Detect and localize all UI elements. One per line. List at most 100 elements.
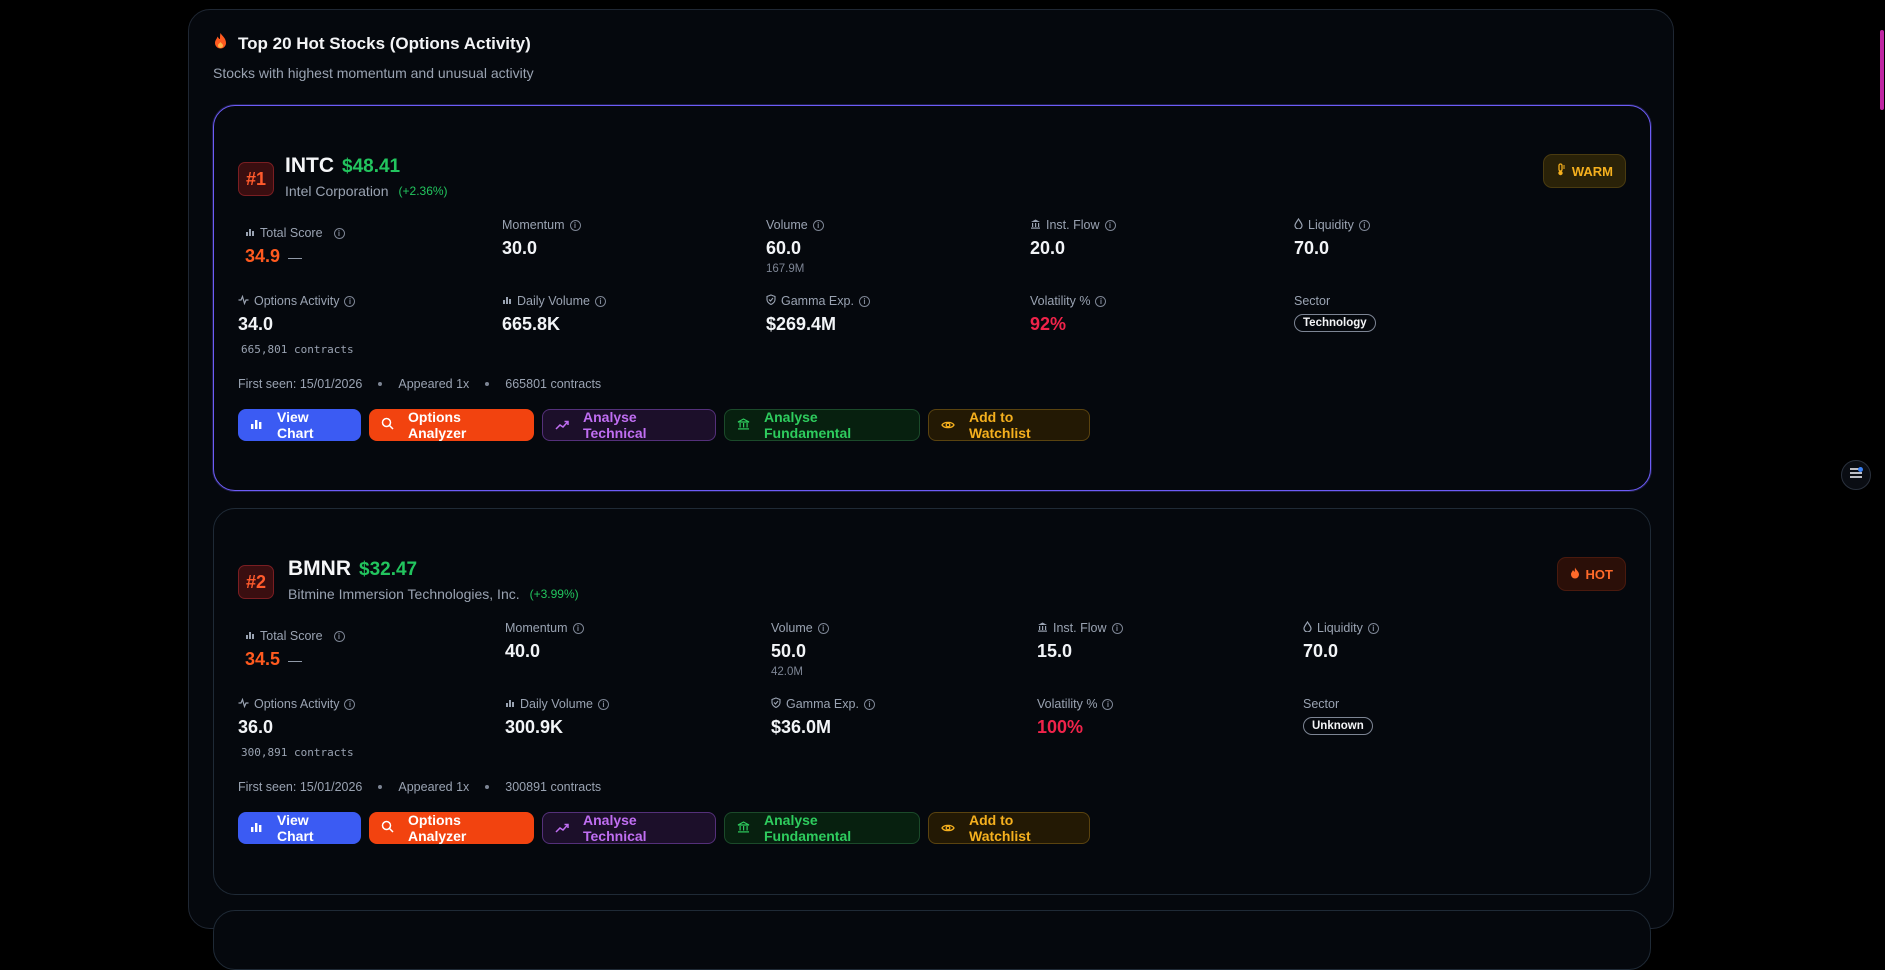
info-icon[interactable]: i <box>333 630 345 642</box>
bullet-separator <box>485 382 490 386</box>
info-icon[interactable]: i <box>597 698 609 710</box>
sector-metric: Sector Technology <box>1294 294 1376 332</box>
stock-card[interactable]: #1 INTC $48.41 Intel Corporation (+2.36%… <box>213 105 1651 491</box>
sector-badge: Technology <box>1294 314 1376 332</box>
search-icon <box>381 820 394 836</box>
analyse-technical-button[interactable]: Analyse Technical <box>542 409 716 441</box>
bullet-separator <box>378 382 383 386</box>
analyse-technical-button[interactable]: Analyse Technical <box>542 812 716 844</box>
view-chart-button[interactable]: View Chart <box>238 409 361 441</box>
menu-toggle-button[interactable] <box>1841 460 1871 490</box>
notification-dot <box>1858 467 1863 472</box>
droplet-icon <box>1303 620 1312 635</box>
rank-badge: #1 <box>238 162 274 196</box>
status-label: HOT <box>1585 566 1613 582</box>
gamma-exp-metric: Gamma Exp. i $269.4M <box>766 294 870 335</box>
flame-icon <box>1570 567 1580 582</box>
analyse-fundamental-button[interactable]: Analyse Fundamental <box>724 409 920 441</box>
add-to-watchlist-button[interactable]: Add to Watchlist <box>928 812 1090 844</box>
info-icon[interactable]: i <box>1358 219 1370 231</box>
status-badge: HOT <box>1556 557 1626 591</box>
volatility-metric: Volatility % i 100% <box>1037 697 1114 738</box>
volatility-metric: Volatility % i 92% <box>1030 294 1107 335</box>
rank-badge: #2 <box>238 565 274 599</box>
status-badge: WARM <box>1542 154 1626 188</box>
momentum-metric: Momentum i 40.0 <box>505 621 584 662</box>
info-icon[interactable]: i <box>812 219 824 231</box>
status-label: WARM <box>1571 163 1613 179</box>
volume-metric: Volume i 50.0 42.0M <box>771 621 829 678</box>
analyse-fundamental-button[interactable]: Analyse Fundamental <box>724 812 920 844</box>
daily-volume-metric: Daily Volume i 300.9K <box>505 697 609 738</box>
trending-up-icon <box>555 417 569 433</box>
eye-icon <box>941 820 955 836</box>
eye-icon <box>941 417 955 433</box>
info-icon[interactable]: i <box>1102 698 1114 710</box>
shield-icon <box>766 294 776 308</box>
info-icon[interactable]: i <box>1104 219 1116 231</box>
info-icon[interactable]: i <box>1111 622 1123 634</box>
panel-header: Top 20 Hot Stocks (Options Activity) Sto… <box>213 32 534 81</box>
shield-icon <box>771 697 781 711</box>
info-icon[interactable]: i <box>1095 295 1107 307</box>
info-icon[interactable]: i <box>817 622 829 634</box>
options-analyzer-button[interactable]: Options Analyzer <box>369 812 534 844</box>
bar-chart-icon <box>245 629 255 643</box>
stock-price: $32.47 <box>359 559 418 580</box>
price-change: (+3.99%) <box>529 587 579 601</box>
bullet-separator <box>485 785 490 789</box>
bar-chart-icon <box>245 226 255 240</box>
price-change: (+2.36%) <box>398 184 448 198</box>
view-chart-button[interactable]: View Chart <box>238 812 361 844</box>
scroll-indicator <box>1880 30 1884 110</box>
info-icon[interactable]: i <box>569 219 581 231</box>
stock-header: #1 INTC $48.41 Intel Corporation (+2.36%… <box>238 154 448 199</box>
activity-icon <box>238 294 249 308</box>
stock-card[interactable] <box>213 910 1651 970</box>
inst-flow-metric: Inst. Flow i 15.0 <box>1037 621 1123 662</box>
meta-row: First seen: 15/01/2026 Appeared 1x 30089… <box>238 780 602 794</box>
stock-card[interactable]: #2 BMNR $32.47 Bitmine Immersion Technol… <box>213 508 1651 895</box>
sector-metric: Sector Unknown <box>1303 697 1373 735</box>
bank-icon <box>737 417 750 433</box>
thermometer-icon <box>1556 163 1566 179</box>
bank-icon <box>1030 218 1041 232</box>
info-icon[interactable]: i <box>344 295 356 307</box>
info-icon[interactable]: i <box>863 698 875 710</box>
hot-stocks-panel: Top 20 Hot Stocks (Options Activity) Sto… <box>188 9 1674 970</box>
total-score-value: 34.9 <box>245 246 281 266</box>
info-icon[interactable]: i <box>344 698 356 710</box>
bullet-separator <box>378 785 383 789</box>
info-icon[interactable]: i <box>572 622 584 634</box>
volume-metric: Volume i 60.0 167.9M <box>766 218 824 275</box>
search-icon <box>381 417 394 433</box>
page-title: Top 20 Hot Stocks (Options Activity) <box>238 33 531 53</box>
droplet-icon <box>1294 217 1303 232</box>
stock-header: #2 BMNR $32.47 Bitmine Immersion Technol… <box>238 557 579 602</box>
info-icon[interactable]: i <box>1367 622 1379 634</box>
gamma-exp-metric: Gamma Exp. i $36.0M <box>771 697 875 738</box>
total-score: Total Score i 34.9— <box>238 226 345 267</box>
action-buttons: View Chart Options Analyzer Analyse Tech… <box>238 812 1090 844</box>
company-name: Intel Corporation <box>285 183 389 199</box>
info-icon[interactable]: i <box>333 227 345 239</box>
bar-chart-icon <box>505 697 515 711</box>
meta-row: First seen: 15/01/2026 Appeared 1x 66580… <box>238 377 602 391</box>
stock-symbol: BMNR <box>288 557 351 580</box>
info-icon[interactable]: i <box>858 295 870 307</box>
stock-price: $48.41 <box>342 156 401 177</box>
options-analyzer-button[interactable]: Options Analyzer <box>369 409 534 441</box>
stock-symbol: INTC <box>285 154 334 177</box>
daily-volume-metric: Daily Volume i 665.8K <box>502 294 606 335</box>
inst-flow-metric: Inst. Flow i 20.0 <box>1030 218 1116 259</box>
liquidity-metric: Liquidity i 70.0 <box>1294 217 1370 259</box>
options-activity-metric: Options Activity i 36.0 300,891 contracts <box>238 697 356 759</box>
liquidity-metric: Liquidity i 70.0 <box>1303 620 1379 662</box>
info-icon[interactable]: i <box>594 295 606 307</box>
bar-chart-icon <box>502 294 512 308</box>
sector-badge: Unknown <box>1303 717 1373 735</box>
add-to-watchlist-button[interactable]: Add to Watchlist <box>928 409 1090 441</box>
bank-icon <box>737 820 750 836</box>
total-score: Total Score i 34.5— <box>238 629 345 670</box>
action-buttons: View Chart Options Analyzer Analyse Tech… <box>238 409 1090 441</box>
